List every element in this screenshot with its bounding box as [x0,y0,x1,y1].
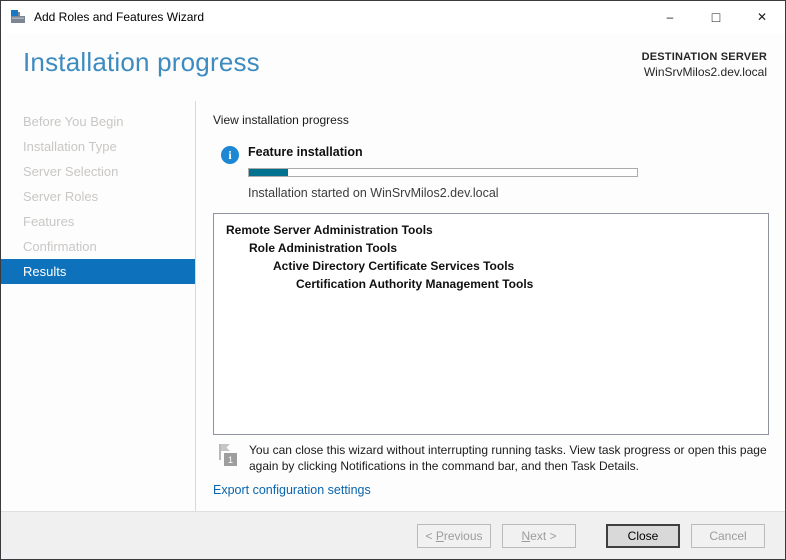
wizard-note: 1 You can close this wizard without inte… [213,442,769,474]
results-page: View installation progress i Feature ins… [196,101,785,511]
cancel-button[interactable]: Cancel [691,524,765,548]
destination-server-name: WinSrvMilos2.dev.local [642,65,767,80]
wizard-body: Before You Begin Installation Type Serve… [1,101,785,511]
destination-server-label: DESTINATION SERVER [642,50,767,65]
progress-bar [248,168,638,177]
previous-button[interactable]: < Previous [417,524,491,548]
sidebar-item-installation-type[interactable]: Installation Type [1,134,195,159]
sidebar-item-server-roles[interactable]: Server Roles [1,184,195,209]
sidebar-item-results[interactable]: Results [1,259,195,284]
server-manager-icon [10,9,26,25]
list-item: Role Administration Tools [224,239,758,257]
progress-status: Installation started on WinSrvMilos2.dev… [248,186,638,200]
minimize-icon[interactable]: – [647,1,693,33]
wizard-window: Add Roles and Features Wizard – □ ✕ Inst… [0,0,786,560]
progress-title: Feature installation [248,145,638,159]
sidebar-item-confirmation[interactable]: Confirmation [1,234,195,259]
close-button[interactable]: Close [606,524,680,548]
notification-flag-icon: 1 [217,442,243,472]
section-label: View installation progress [213,113,769,127]
window-controls: – □ ✕ [647,1,785,33]
note-text: You can close this wizard without interr… [249,442,769,474]
wizard-footer: < Previous Next > Close Cancel [1,511,785,559]
info-icon: i [221,146,239,164]
list-item: Certification Authority Management Tools [224,275,758,293]
wizard-steps-sidebar: Before You Begin Installation Type Serve… [1,101,196,511]
title-bar[interactable]: Add Roles and Features Wizard – □ ✕ [1,1,785,33]
close-icon[interactable]: ✕ [739,1,785,33]
window-title: Add Roles and Features Wizard [34,10,647,24]
destination-server-block: DESTINATION SERVER WinSrvMilos2.dev.loca… [642,47,767,80]
progress-bar-fill [249,169,288,176]
list-item: Active Directory Certificate Services To… [224,257,758,275]
sidebar-item-features[interactable]: Features [1,209,195,234]
progress-body: Feature installation Installation starte… [248,145,638,200]
sidebar-item-before-you-begin[interactable]: Before You Begin [1,109,195,134]
feature-installation-progress: i Feature installation Installation star… [221,145,769,200]
page-title: Installation progress [23,47,260,78]
sidebar-item-server-selection[interactable]: Server Selection [1,159,195,184]
list-item: Remote Server Administration Tools [224,221,758,239]
wizard-header: Installation progress DESTINATION SERVER… [1,33,785,101]
installation-items-list[interactable]: Remote Server Administration Tools Role … [213,213,769,435]
export-configuration-link[interactable]: Export configuration settings [213,483,371,497]
maximize-icon[interactable]: □ [693,1,739,33]
flag-badge: 1 [228,455,233,465]
next-button[interactable]: Next > [502,524,576,548]
